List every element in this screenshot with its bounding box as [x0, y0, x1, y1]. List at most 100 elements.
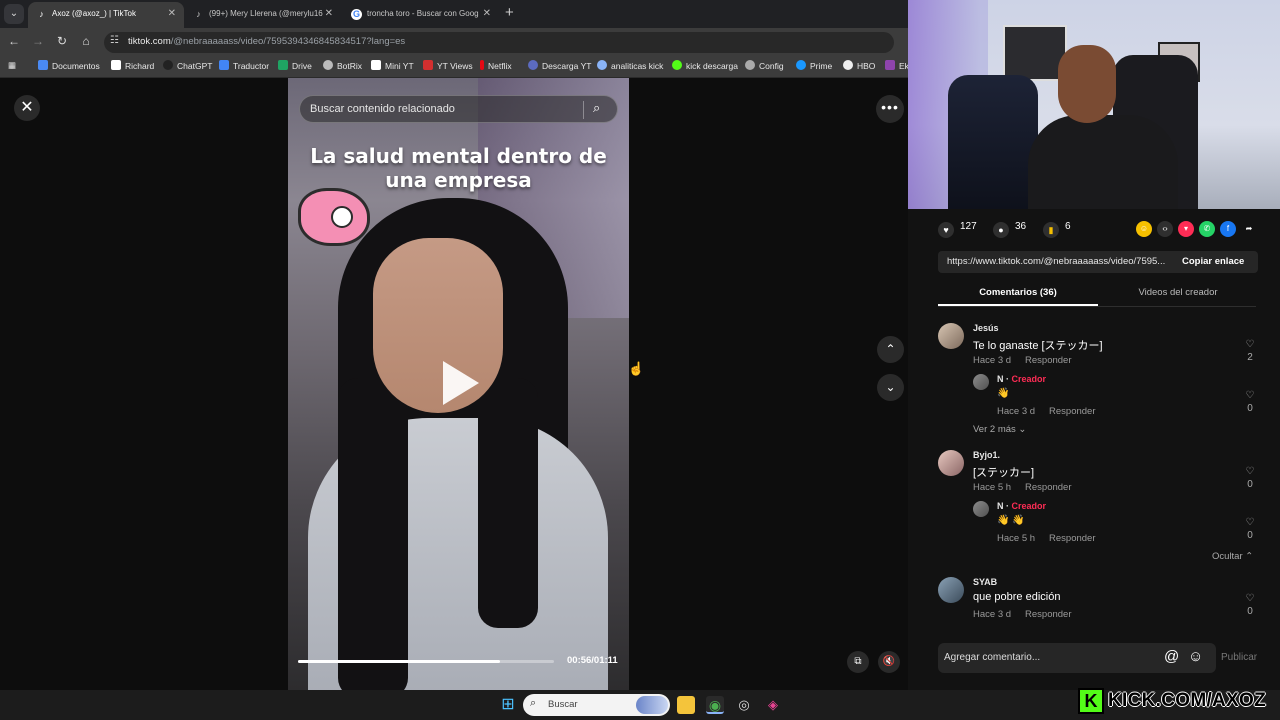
browser-tab-google[interactable]: G troncha toro - Buscar con Goog ✕	[343, 2, 499, 28]
tab-search-button[interactable]: ⌄	[4, 4, 24, 24]
comment-text: 👋 👋	[997, 515, 1025, 526]
tiktok-side-panel: ♥ 127 ● 36 ▮ 6 ☺ ‹› ▾ ✆ f ➦ https://www.tik…	[908, 209, 1280, 690]
tab-comments[interactable]: Comentarios (36)	[938, 287, 1098, 306]
video-caption-title: La salud mental dentro de una empresa	[310, 144, 607, 192]
comment-like[interactable]: ♡ 0	[1243, 593, 1257, 617]
windows-start-icon[interactable]: ⊞	[499, 696, 517, 714]
bookmark-chatgpt[interactable]: ChatGPT	[163, 60, 212, 71]
comment-like[interactable]: ♡ 0	[1243, 466, 1257, 490]
embed-icon[interactable]: ‹›	[1157, 221, 1173, 237]
new-tab-button[interactable]: +	[505, 4, 514, 21]
bookmark-config[interactable]: Config	[745, 60, 784, 71]
file-explorer-icon[interactable]	[677, 696, 695, 714]
video-frame[interactable]: Buscar contenido relacionado ⌕ La salud …	[288, 78, 629, 690]
close-tab-icon[interactable]: ✕	[483, 2, 491, 26]
app-icon[interactable]: ◎	[735, 696, 753, 714]
hide-replies-link[interactable]: Ocultar ⌃	[1212, 551, 1253, 562]
video-progress-bar[interactable]	[298, 660, 554, 663]
comment-like[interactable]: ♡ 2	[1243, 339, 1257, 363]
search-divider	[583, 101, 584, 119]
share-icon[interactable]: ➦	[1241, 221, 1257, 237]
bookmark-botrix[interactable]: BotRix	[323, 60, 362, 71]
bookmark-ek[interactable]: Ek	[885, 60, 909, 71]
app-icon[interactable]: ◈	[764, 696, 782, 714]
bookmark-documentos[interactable]: Documentos	[38, 60, 100, 71]
facebook-icon[interactable]: f	[1220, 221, 1236, 237]
search-icon[interactable]: ⌕	[593, 100, 600, 116]
avatar[interactable]	[973, 501, 989, 517]
reply-button[interactable]: Responder	[1049, 533, 1095, 544]
site-info-icon[interactable]: ☷	[110, 35, 119, 46]
taskbar-search[interactable]: ⌕ Buscar	[523, 694, 670, 716]
browser-tab-bar: ⌄ ♪ Axoz (@axoz_) | TikTok ✕ ♪ (99+) Mer…	[0, 0, 908, 28]
browser-tab-mery[interactable]: ♪ (99+) Mery Llerena (@merylu16 ✕	[185, 2, 341, 28]
bookmark-icon: ▮	[1043, 222, 1059, 238]
forward-icon[interactable]: →	[30, 34, 46, 48]
kick-url-text: KICK.COM/AXOZ	[1108, 690, 1267, 711]
save-stat[interactable]: ▮ 6	[1043, 221, 1071, 238]
emoji-icon[interactable]: ☺	[1188, 648, 1203, 665]
share-link-url[interactable]: https://www.tiktok.com/@nebraaaaass/vide…	[947, 256, 1175, 267]
avatar[interactable]	[938, 450, 964, 476]
whatsapp-icon[interactable]: ✆	[1199, 221, 1215, 237]
copy-link-button[interactable]: Copiar enlace	[1182, 256, 1244, 267]
bookmark-yt-views[interactable]: YT Views	[423, 60, 473, 71]
gaming-chair-left	[948, 75, 1038, 209]
like-stat[interactable]: ♥ 127	[938, 221, 977, 238]
bookmark-drive[interactable]: Drive	[278, 60, 312, 71]
bookmark-mini-yt[interactable]: Mini YT	[371, 60, 414, 71]
avatar[interactable]	[938, 577, 964, 603]
tab-creator-videos[interactable]: Videos del creador	[1098, 287, 1258, 298]
more-options-button[interactable]: •••	[876, 95, 904, 123]
reply-button[interactable]: Responder	[1025, 609, 1071, 620]
add-comment-input[interactable]: Agregar comentario... @ ☺	[938, 643, 1216, 673]
close-video-button[interactable]: ✕	[14, 95, 40, 121]
coin-icon[interactable]: ☺	[1136, 221, 1152, 237]
comment-username[interactable]: Jesús	[973, 323, 999, 333]
heart-outline-icon: ♡	[1245, 390, 1255, 401]
bookmark-kick-descarga[interactable]: kick descarga	[672, 60, 738, 71]
bookmark-netflix[interactable]: Netflix	[480, 60, 512, 71]
bookmark-prime[interactable]: Prime	[796, 60, 832, 71]
next-video-button[interactable]: ⌄	[877, 374, 904, 401]
comment-stat[interactable]: ● 36	[993, 221, 1026, 238]
close-tab-icon[interactable]: ✕	[325, 2, 333, 26]
home-icon[interactable]: ⌂	[78, 34, 94, 48]
comment-username[interactable]: N · Creador	[997, 501, 1046, 511]
reply-button[interactable]: Responder	[1025, 355, 1071, 366]
mute-icon[interactable]: 🔇	[878, 651, 900, 673]
comment-time: Hace 5 h	[997, 533, 1036, 544]
reply-button[interactable]: Responder	[1049, 406, 1095, 417]
reload-icon[interactable]: ↻	[54, 34, 70, 48]
related-search-input[interactable]: Buscar contenido relacionado ⌕	[299, 95, 618, 123]
comment-like[interactable]: ♡ 0	[1243, 517, 1257, 541]
browser-tab-tiktok[interactable]: ♪ Axoz (@axoz_) | TikTok ✕	[28, 2, 184, 28]
brain-sticker-icon	[298, 188, 370, 246]
bookmark-hbo[interactable]: HBO	[843, 60, 875, 71]
avatar[interactable]	[973, 374, 989, 390]
comment-username[interactable]: Byjo1.	[973, 450, 1000, 460]
avatar[interactable]	[938, 323, 964, 349]
back-icon[interactable]: ←	[6, 34, 22, 48]
bookmark-descarga-yt[interactable]: Descarga YT	[528, 60, 591, 71]
play-icon[interactable]	[443, 361, 479, 405]
see-more-replies-link[interactable]: Ver 2 más ⌄	[973, 424, 1026, 435]
comment-like[interactable]: ♡ 0	[1243, 390, 1257, 414]
chevron-down-icon: ⌄	[1018, 424, 1027, 435]
send-icon[interactable]: ▾	[1178, 221, 1194, 237]
bookmark-traductor[interactable]: Traductor	[219, 60, 269, 71]
comment-username[interactable]: N · Creador	[997, 374, 1046, 384]
url-bar[interactable]: ☷ tiktok.com/@nebraaaaass/video/75953943…	[104, 32, 894, 53]
apps-icon[interactable]: ▦	[8, 60, 16, 71]
bookmark-richard[interactable]: Richard	[111, 60, 154, 71]
close-tab-icon[interactable]: ✕	[168, 2, 176, 26]
previous-video-button[interactable]: ⌃	[877, 336, 904, 363]
add-comment-placeholder: Agregar comentario...	[944, 652, 1041, 663]
reply-button[interactable]: Responder	[1025, 482, 1071, 493]
bookmark-analiticas-kick[interactable]: analiticas kick	[597, 60, 663, 71]
comment-username[interactable]: SYAB	[973, 577, 997, 587]
miniplayer-icon[interactable]: ⧉	[847, 651, 869, 673]
mention-icon[interactable]: @	[1164, 648, 1179, 665]
chrome-icon[interactable]: ◉	[706, 696, 724, 714]
publish-button[interactable]: Publicar	[1221, 652, 1257, 663]
